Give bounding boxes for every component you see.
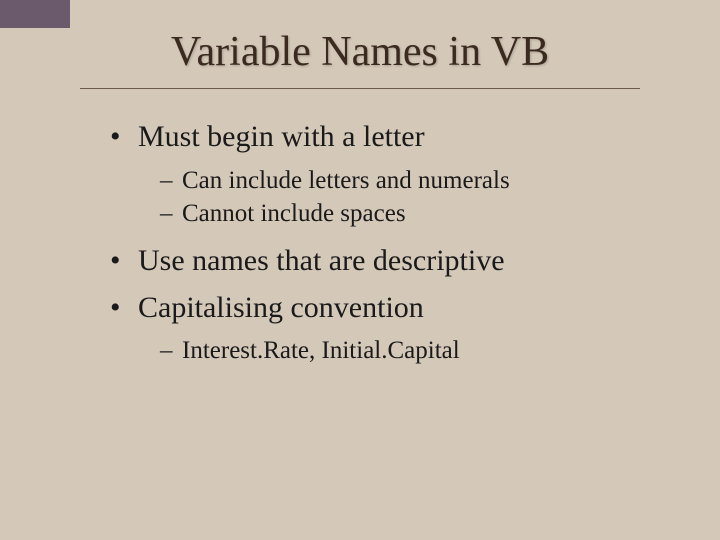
slide-container: Variable Names in VB Must begin with a l… [0, 0, 720, 418]
bullet-text: Capitalising convention [138, 291, 424, 324]
bullet-text: Can include letters and numerals [182, 167, 510, 194]
bullet-text: Cannot include spaces [182, 200, 406, 227]
slide-content: Must begin with a letter Can include let… [40, 117, 680, 368]
list-item: Use names that are descriptive [110, 241, 680, 282]
bullet-list-l2: Can include letters and numerals Cannot … [138, 164, 680, 232]
slide-title: Variable Names in VB [40, 28, 680, 76]
corner-tab [0, 0, 70, 28]
bullet-text: Must begin with a letter [138, 120, 425, 153]
title-rule [80, 88, 640, 89]
bullet-list-l2: Interest.Rate, Initial.Capital [138, 334, 680, 368]
bullet-text: Interest.Rate, Initial.Capital [182, 337, 460, 364]
list-item: Can include letters and numerals [160, 164, 680, 198]
list-item: Interest.Rate, Initial.Capital [160, 334, 680, 368]
list-item: Must begin with a letter Can include let… [110, 117, 680, 231]
list-item: Cannot include spaces [160, 197, 680, 231]
bullet-text: Use names that are descriptive [138, 244, 505, 277]
bullet-list-l1: Must begin with a letter Can include let… [110, 117, 680, 368]
list-item: Capitalising convention Interest.Rate, I… [110, 288, 680, 368]
